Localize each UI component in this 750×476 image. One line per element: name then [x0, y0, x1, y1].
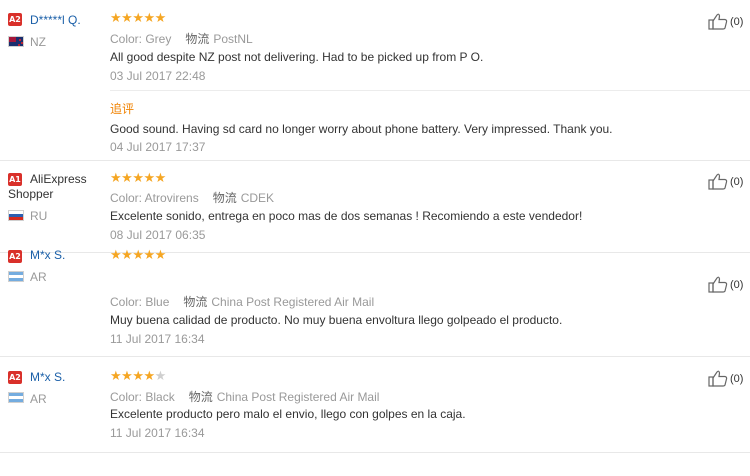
- review-text: Excelente producto pero malo el envio, l…: [110, 407, 466, 421]
- helpful-count: (0): [730, 373, 744, 385]
- rating-stars: ★★★★★: [110, 12, 166, 25]
- star-icon: ★: [143, 248, 155, 263]
- buyer-level-badge: A2: [8, 13, 22, 26]
- helpful-button[interactable]: (0): [708, 370, 748, 388]
- append-review-title: 追评: [110, 102, 135, 116]
- color-attribute: Color: Blue: [110, 295, 170, 309]
- helpful-count: (0): [730, 16, 744, 28]
- star-icon: ★: [143, 369, 155, 384]
- ru-flag-icon: [8, 210, 24, 221]
- review-text: Muy buena calidad de producto. No muy bu…: [110, 313, 563, 327]
- thumbs-up-icon: [708, 276, 728, 293]
- helpful-count: (0): [730, 176, 744, 188]
- star-icon: ★: [121, 171, 133, 186]
- star-icon: ★: [154, 248, 167, 263]
- star-icon: ★: [154, 171, 167, 186]
- shipping-method: China Post Registered Air Mail: [211, 295, 375, 309]
- buyer-level-badge: A2: [8, 250, 22, 263]
- rating-stars: ★★★★★: [110, 172, 166, 185]
- color-attribute: Color: Atrovirens: [110, 191, 199, 205]
- reviewer-name-link[interactable]: M*x S.: [30, 248, 65, 262]
- reviewer-country: RU: [30, 209, 48, 223]
- color-attribute: Color: Grey: [110, 32, 172, 46]
- buyer-level-badge: A2: [8, 371, 22, 384]
- reviewer-country: AR: [30, 392, 47, 406]
- shipping-label: 物流: [212, 191, 237, 205]
- star-icon: ★: [110, 369, 122, 384]
- rating-stars: ★★★★★: [110, 370, 166, 383]
- review-divider: [0, 160, 750, 161]
- star-icon: ★: [121, 369, 133, 384]
- thumbs-up-icon: [708, 173, 728, 190]
- reviewer-country: AR: [30, 270, 47, 284]
- star-icon: ★: [143, 11, 155, 26]
- append-divider: [110, 90, 750, 91]
- product-attributes: Color: Blue 物流 China Post Registered Air M…: [110, 293, 374, 310]
- shipping-label: 物流: [183, 295, 208, 309]
- review-text: All good despite NZ post not delivering.…: [110, 50, 484, 64]
- reviewer-name-link[interactable]: M*x S.: [30, 370, 65, 384]
- helpful-button[interactable]: (0): [708, 276, 748, 294]
- star-icon: ★: [110, 248, 122, 263]
- review-date: 11 Jul 2017 16:34: [110, 426, 205, 440]
- shipping-label: 物流: [185, 32, 210, 46]
- shipping-label: 物流: [188, 390, 213, 404]
- append-review-text: Good sound. Having sd card no longer wor…: [110, 122, 613, 136]
- shipping-method: China Post Registered Air Mail: [216, 390, 380, 404]
- nz-flag-icon: [8, 36, 24, 47]
- star-icon: ★: [121, 248, 133, 263]
- append-review-date: 04 Jul 2017 17:37: [110, 140, 206, 154]
- reviewer-name-link[interactable]: D*****l Q.: [30, 13, 81, 27]
- reviewer-country: NZ: [30, 35, 46, 49]
- reviewer-name: AliExpress Shopper: [8, 172, 87, 201]
- ar-flag-icon: [8, 271, 24, 282]
- star-icon: ★: [132, 369, 144, 384]
- star-icon: ★: [110, 11, 122, 26]
- star-icon: ★: [121, 11, 133, 26]
- review-divider: [0, 356, 750, 357]
- shipping-method: CDEK: [240, 191, 275, 205]
- review-date: 03 Jul 2017 22:48: [110, 69, 206, 83]
- rating-stars: ★★★★★: [110, 249, 166, 262]
- star-icon: ★: [132, 171, 144, 186]
- thumbs-up-icon: [708, 370, 728, 387]
- product-attributes: Color: Atrovirens 物流 CDEK: [110, 189, 274, 206]
- product-attributes: Color: Grey 物流 PostNL: [110, 30, 253, 47]
- star-icon: ★: [110, 171, 122, 186]
- star-icon: ★: [154, 369, 167, 384]
- star-icon: ★: [143, 171, 155, 186]
- review-date: 08 Jul 2017 06:35: [110, 228, 206, 242]
- review-date: 11 Jul 2017 16:34: [110, 332, 205, 346]
- star-icon: ★: [132, 11, 144, 26]
- helpful-button[interactable]: (0): [708, 173, 748, 191]
- thumbs-up-icon: [708, 13, 728, 30]
- review-item: A2 D*****l Q. NZ ★★★★★ Color: Grey 物流 Post…: [0, 0, 750, 154]
- review-divider: [0, 452, 750, 453]
- star-icon: ★: [154, 11, 167, 26]
- ar-flag-icon: [8, 392, 24, 403]
- product-attributes: Color: Black 物流 China Post Registered Air …: [110, 388, 379, 405]
- color-attribute: Color: Black: [110, 390, 175, 404]
- star-icon: ★: [132, 248, 144, 263]
- review-text: Excelente sonido, entrega en poco mas de…: [110, 209, 583, 223]
- helpful-button[interactable]: (0): [708, 13, 748, 31]
- helpful-count: (0): [730, 279, 744, 291]
- shipping-method: PostNL: [213, 32, 253, 46]
